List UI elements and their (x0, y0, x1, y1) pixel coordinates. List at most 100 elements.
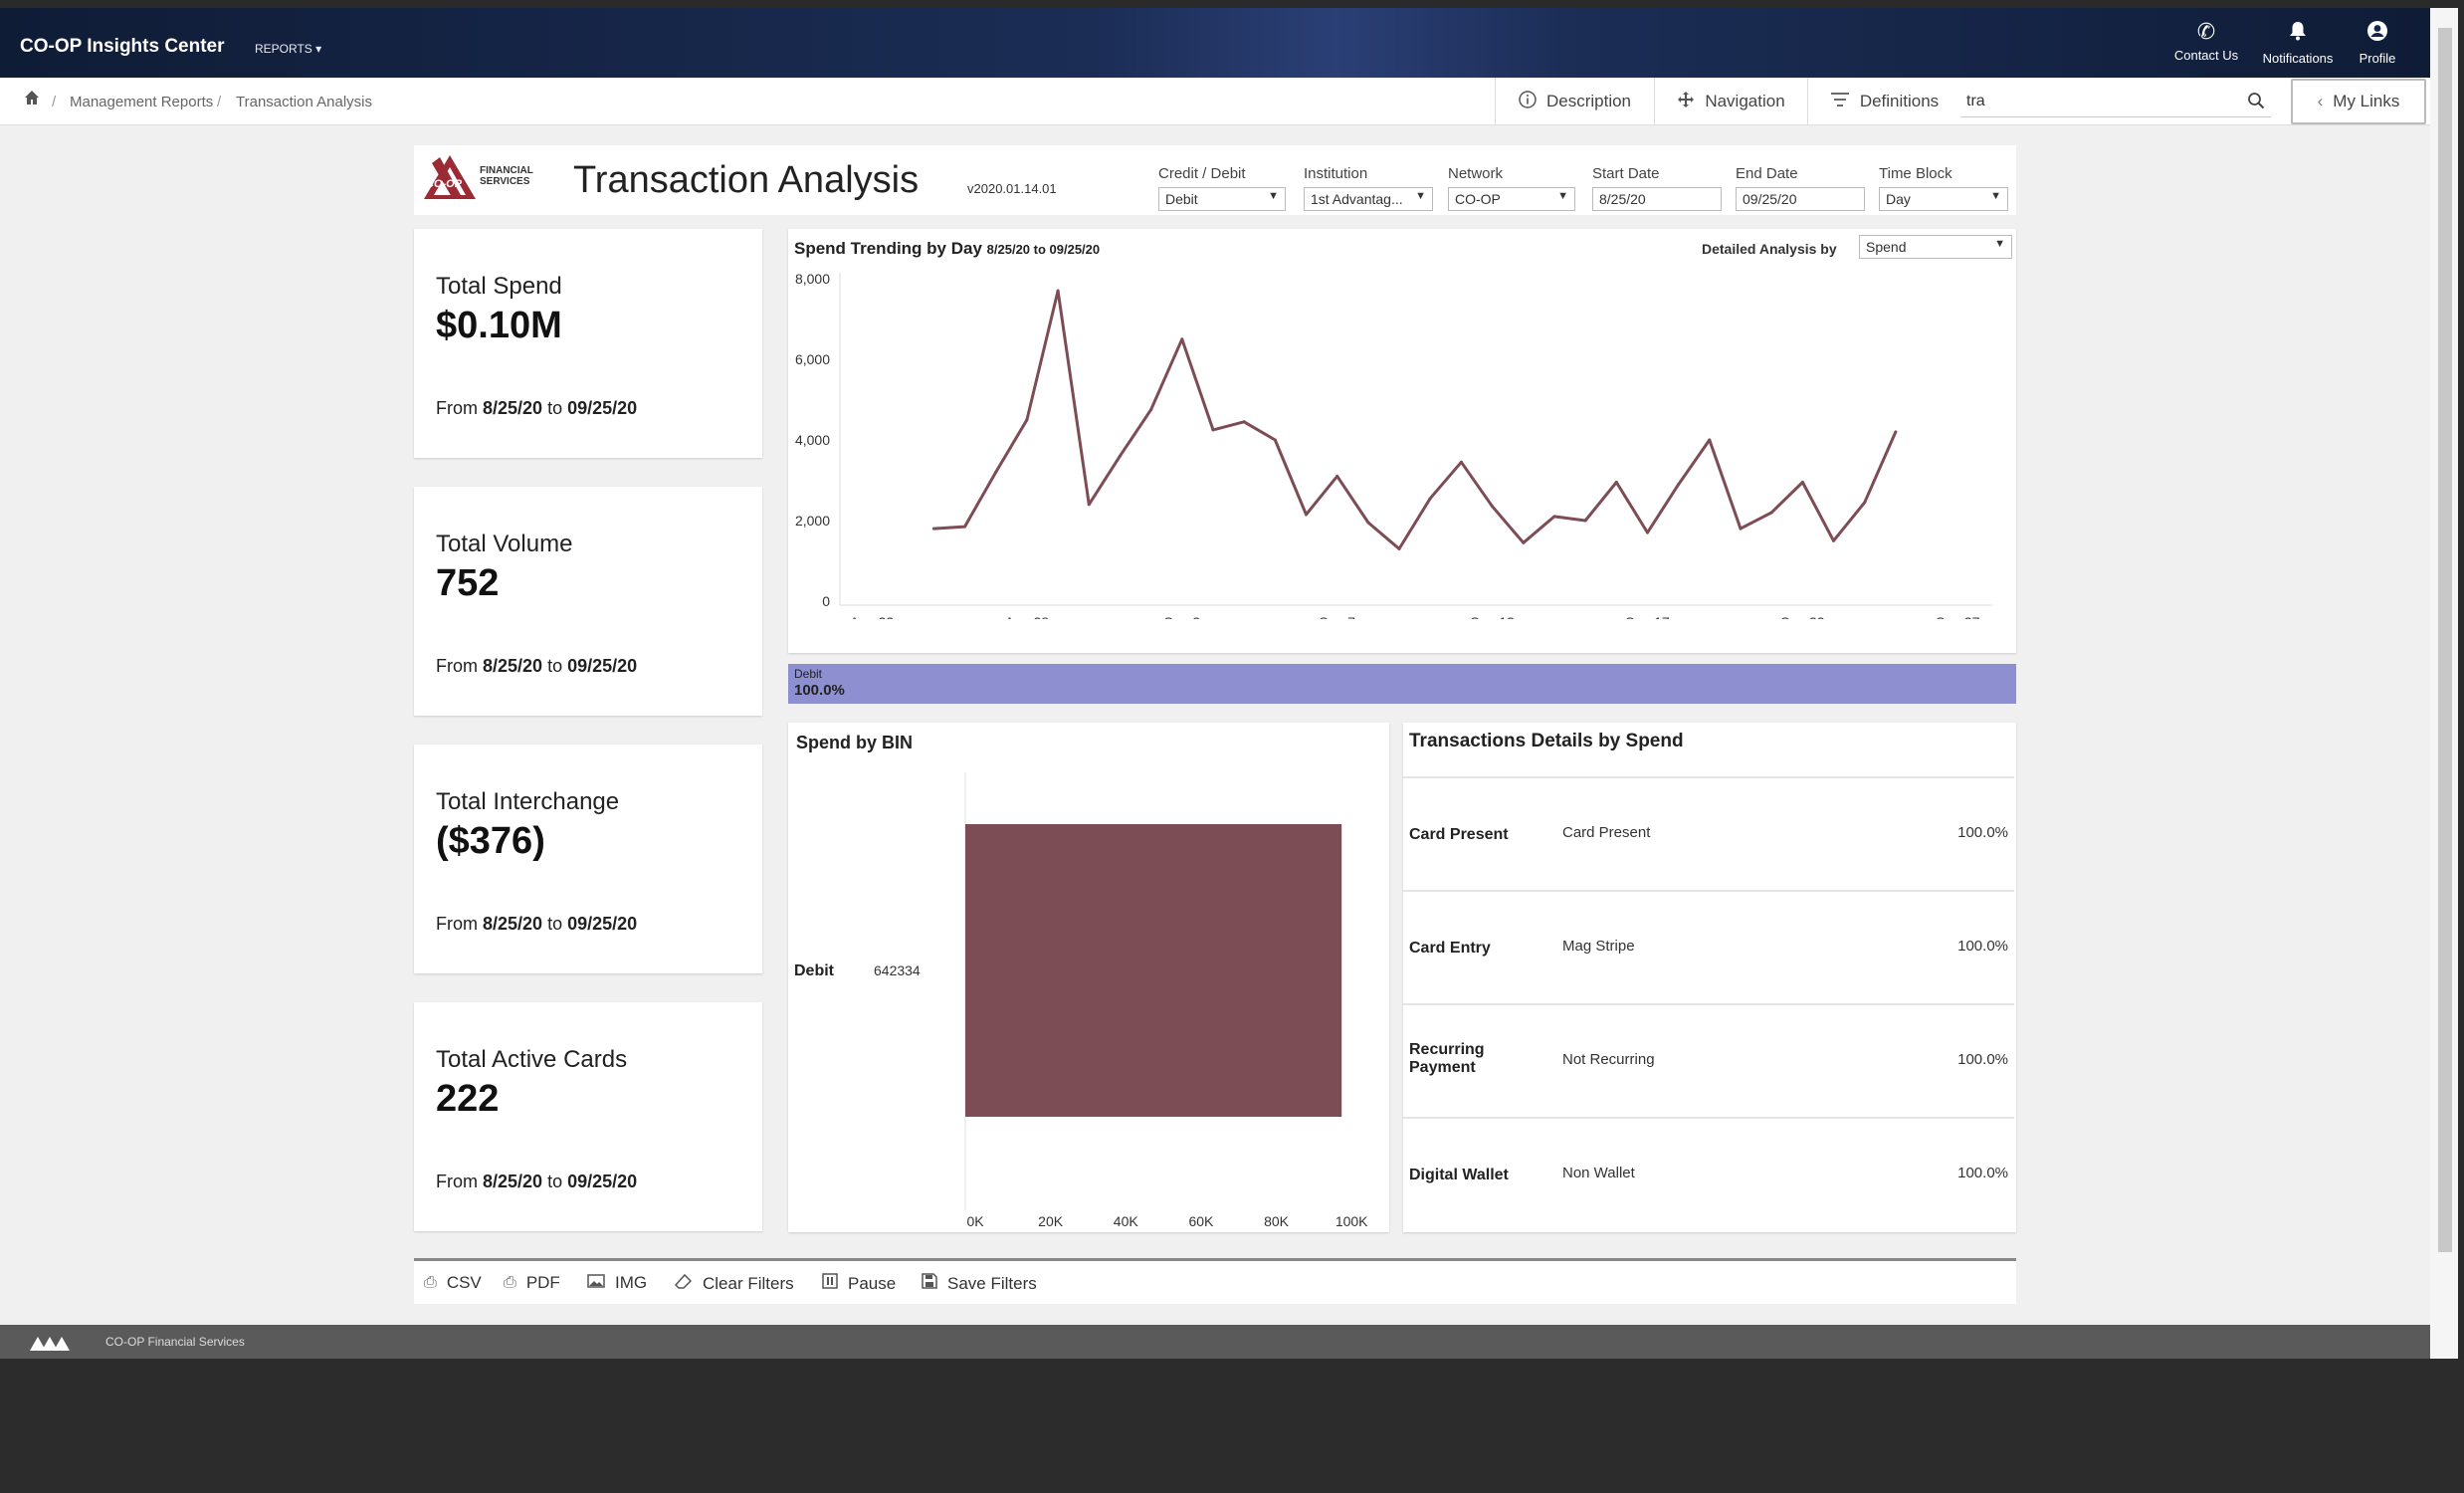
data-point (1614, 481, 1618, 485)
to-label: to (547, 1172, 563, 1191)
spend-by-bin-chart: Debit 642334 0K 20K 40K 60K 80K 100K (794, 772, 1368, 1229)
eraser-icon (674, 1273, 693, 1294)
data-point (1832, 538, 1836, 542)
x-tick-label: Sep 17 (1625, 614, 1670, 619)
filter-credit-debit-label: Credit / Debit (1158, 165, 1246, 182)
details-row-recurring-payment[interactable]: Recurring Payment Not Recurring 100.0% (1403, 1003, 2014, 1115)
details-title: Transactions Details by Spend (1409, 731, 1684, 751)
data-point (1242, 420, 1246, 424)
details-value: Non Wallet (1562, 1165, 1635, 1181)
navigation-label: Navigation (1705, 92, 1785, 110)
x-tick-label: Sep 12 (1470, 614, 1515, 619)
pdf-button[interactable]: ⎙ PDF (504, 1273, 560, 1293)
pause-button[interactable]: Pause (822, 1273, 896, 1294)
pdf-label: PDF (525, 1273, 560, 1292)
app-brand[interactable]: CO-OP Insights Center (20, 36, 225, 58)
breadcrumb-management-reports[interactable]: Management Reports (70, 94, 213, 110)
breadcrumb-separator: / (217, 94, 222, 110)
kpi-total-volume: Total Volume 752 From 8/25/20 to 09/25/2… (414, 487, 762, 716)
data-point (1552, 515, 1556, 519)
kpi-total-active-cards: Total Active Cards 222 From 8/25/20 to 0… (414, 1002, 762, 1231)
from-label: From (436, 1172, 478, 1191)
my-links-label: My Links (2333, 92, 2400, 110)
vertical-scrollbar[interactable] (2430, 8, 2458, 1359)
kpi-total-spend: Total Spend $0.10M From 8/25/20 to 09/25… (414, 229, 762, 458)
data-point (1335, 474, 1339, 478)
csv-button[interactable]: ⎙ CSV (424, 1273, 482, 1293)
kpi-title: Total Active Cards (436, 1046, 628, 1073)
bin-bar (965, 824, 1342, 1117)
top-navigation-bar: CO-OP Insights Center REPORTS ▾ ✆ Contac… (0, 8, 2430, 78)
data-point (1800, 481, 1804, 485)
export-action-bar: ⎙ CSV ⎙ PDF IMG Clear Filters Pause Save… (414, 1258, 2016, 1304)
x-tick-label: Sep 2 (1163, 614, 1200, 619)
scrollbar-thumb[interactable] (2438, 28, 2452, 1252)
filter-end-date-input[interactable]: 09/25/20 (1736, 187, 1865, 211)
chevron-left-icon: ‹ (2317, 92, 2324, 110)
details-row-card-present[interactable]: Card Present Card Present 100.0% (1403, 776, 2014, 888)
footer-bar: CO-OP Financial Services (0, 1325, 2430, 1359)
kpi-value: $0.10M (436, 305, 562, 346)
filter-value: Day (1886, 191, 1911, 207)
description-label: Description (1545, 92, 1632, 110)
filter-start-date-label: Start Date (1592, 165, 1660, 182)
filter-credit-debit-select[interactable]: Debit ▼ (1158, 187, 1286, 211)
data-point (1180, 337, 1184, 341)
kpi-range: From 8/25/20 to 09/25/20 (436, 914, 637, 935)
from-label: From (436, 398, 478, 418)
kpi-title: Total Spend (436, 273, 562, 300)
kpi-from-date: 8/25/20 (483, 656, 543, 676)
navigation-button[interactable]: Navigation (1654, 78, 1807, 125)
data-point (1459, 460, 1463, 464)
home-icon[interactable] (24, 90, 40, 109)
filter-network-select[interactable]: CO-OP ▼ (1448, 187, 1575, 211)
y-tick-label: 2,000 (795, 513, 830, 529)
details-category: Card Present (1409, 826, 1509, 843)
img-button[interactable]: IMG (587, 1273, 647, 1293)
details-value: Mag Stripe (1562, 938, 1635, 955)
details-percent: 100.0% (1957, 938, 2008, 955)
to-label: to (547, 656, 563, 676)
filter-start-date-input[interactable]: 8/25/20 (1592, 187, 1722, 211)
pause-label: Pause (848, 1273, 897, 1293)
detailed-analysis-value: Spend (1866, 239, 1907, 255)
x-tick-label: Sep 27 (1936, 614, 1980, 619)
data-point (994, 470, 998, 474)
description-button[interactable]: Description (1495, 78, 1654, 125)
info-icon (1519, 90, 1537, 113)
save-filters-button[interactable]: Save Filters (922, 1273, 1037, 1294)
reports-menu[interactable]: REPORTS ▾ (255, 42, 321, 56)
filter-time-block-label: Time Block (1879, 165, 1952, 182)
caret-down-icon: ▼ (1994, 238, 2005, 250)
clear-filters-button[interactable]: Clear Filters (674, 1273, 794, 1294)
footer-text: CO-OP Financial Services (105, 1335, 245, 1349)
search-input[interactable] (1960, 86, 2271, 117)
data-point (1677, 483, 1681, 487)
my-links-button[interactable]: ‹ My Links (2291, 79, 2426, 124)
data-point (1708, 438, 1712, 442)
search-icon[interactable] (2247, 92, 2265, 114)
breadcrumb-toolbar: / Management Reports / Transaction Analy… (0, 78, 2430, 125)
data-point (1894, 430, 1898, 434)
debit-share-bar[interactable]: Debit 100.0% (788, 664, 2016, 704)
bin-x-tick-label: 100K (1335, 1213, 1368, 1229)
details-row-digital-wallet[interactable]: Digital Wallet Non Wallet 100.0% (1403, 1117, 2014, 1228)
filter-time-block-select[interactable]: Day ▼ (1879, 187, 2008, 211)
details-row-card-entry[interactable]: Card Entry Mag Stripe 100.0% (1403, 890, 2014, 1001)
pause-icon (822, 1273, 838, 1294)
kpi-to-date: 09/25/20 (567, 656, 638, 676)
definitions-button[interactable]: Definitions (1807, 78, 1960, 125)
bin-value-label: 642334 (874, 962, 921, 978)
data-point (1645, 531, 1649, 534)
kpi-value: 752 (436, 562, 500, 604)
detailed-analysis-select[interactable]: Spend ▼ (1859, 235, 2012, 259)
trend-title: Spend Trending by Day 8/25/20 to 09/25/2… (794, 239, 1100, 259)
filter-icon (1830, 92, 1850, 112)
to-label: to (547, 398, 563, 418)
data-point (1056, 289, 1060, 293)
profile-button[interactable]: Profile (2323, 20, 2432, 66)
filter-institution-select[interactable]: 1st Advantag... ▼ (1304, 187, 1433, 211)
y-tick-label: 0 (822, 593, 830, 609)
caret-down-icon: ▼ (1990, 190, 2001, 202)
spend-trend-panel: Spend Trending by Day 8/25/20 to 09/25/2… (788, 229, 2016, 653)
